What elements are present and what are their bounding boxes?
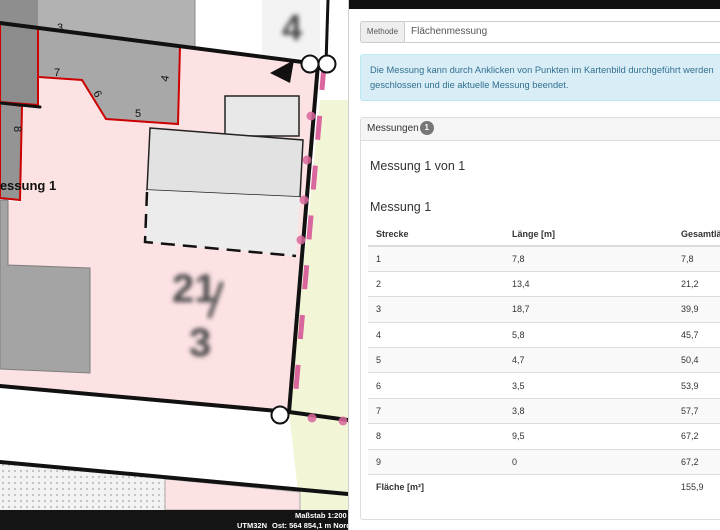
boundary-top-right bbox=[324, 0, 330, 66]
total-length-cell: 67,2 bbox=[673, 423, 720, 450]
table-row: 6 3,5 53,9 bbox=[368, 372, 720, 399]
table-row: 7 3,8 57,7 bbox=[368, 397, 720, 424]
measurements-heading-label: Messungen bbox=[367, 123, 419, 134]
length-cell: 3,8 bbox=[504, 397, 673, 424]
measurement-table: Strecke Länge [m] Gesamtlänge 1 7,8 7,8 … bbox=[368, 222, 720, 500]
method-group: Methode Flächenmessung bbox=[360, 21, 720, 43]
area-empty-cell bbox=[504, 474, 673, 500]
table-row: 2 13,4 21,2 bbox=[368, 270, 720, 297]
total-length-cell: 53,9 bbox=[673, 372, 720, 399]
measurement-point bbox=[307, 413, 317, 423]
measurement-label: Messung 1 bbox=[0, 178, 56, 193]
length-cell: 4,7 bbox=[504, 347, 673, 373]
segment-cell: 5 bbox=[368, 347, 504, 373]
table-row: 4 5,8 45,7 bbox=[368, 321, 720, 348]
method-select[interactable]: Flächenmessung bbox=[404, 21, 720, 43]
total-length-cell: 50,4 bbox=[673, 347, 720, 373]
area-value: 155,9 bbox=[673, 474, 720, 500]
panel-top-bar bbox=[349, 0, 720, 9]
vertex-handle[interactable] bbox=[270, 405, 290, 425]
measurement-point bbox=[306, 111, 316, 121]
total-length-cell: 21,2 bbox=[673, 270, 720, 297]
column-header-total-length: Gesamtlänge bbox=[673, 222, 720, 247]
parcel-label-8: 8 bbox=[11, 126, 23, 132]
length-cell: 13,4 bbox=[504, 270, 673, 297]
measurements-heading[interactable]: Messungen 1 bbox=[361, 118, 720, 141]
vertex-handle[interactable] bbox=[317, 54, 337, 74]
total-length-cell: 67,2 bbox=[673, 448, 720, 475]
map-scale: Maßstab 1:200 bbox=[295, 511, 347, 520]
measurement-point bbox=[302, 155, 312, 165]
vertex-handle[interactable] bbox=[300, 54, 320, 74]
table-row: 3 18,7 39,9 bbox=[368, 296, 720, 323]
map-crs: UTM32N bbox=[237, 521, 268, 530]
info-line-1: Die Messung kann durch Anklicken von Pun… bbox=[370, 65, 714, 75]
column-header-length: Länge [m] bbox=[504, 222, 673, 247]
length-cell: 3,5 bbox=[504, 372, 673, 399]
length-cell: 18,7 bbox=[504, 296, 673, 323]
table-row: 9 0 67,2 bbox=[368, 448, 720, 475]
segment-cell: 7 bbox=[368, 397, 504, 424]
measurement-point bbox=[296, 235, 306, 245]
segment-cell: 2 bbox=[368, 270, 504, 297]
segment-cell: 1 bbox=[368, 245, 504, 272]
method-label: Methode bbox=[360, 21, 404, 43]
parcel-label-3: 3 bbox=[57, 22, 63, 34]
house-number-sub: 3 bbox=[189, 321, 211, 365]
map-view[interactable]: 3 7 6 4 5 8 Messung 1 21 3 4 bbox=[0, 0, 348, 510]
table-row: 8 9,5 67,2 bbox=[368, 423, 720, 450]
length-cell: 7,8 bbox=[504, 245, 673, 272]
table-row: 1 7,8 7,8 bbox=[368, 245, 720, 272]
measurements-panel: Messungen 1 Messung 1 von 1 Messung 1 Str… bbox=[360, 117, 720, 520]
segment-cell: 4 bbox=[368, 321, 504, 348]
measurement-point bbox=[338, 416, 348, 426]
house-number-top: 4 bbox=[282, 7, 302, 48]
total-length-cell: 39,9 bbox=[673, 296, 720, 323]
map-coordinates: Ost: 564 854,1 m Nord bbox=[272, 521, 348, 530]
segment-cell: 6 bbox=[368, 372, 504, 399]
parcel-label-7: 7 bbox=[54, 67, 60, 79]
segment-cell: 3 bbox=[368, 296, 504, 323]
table-row: 5 4,7 50,4 bbox=[368, 347, 720, 373]
total-length-cell: 45,7 bbox=[673, 321, 720, 348]
area-label: Fläche [m²] bbox=[368, 474, 504, 500]
house-number-main: 21 bbox=[172, 267, 217, 311]
measurements-count-badge: 1 bbox=[419, 121, 434, 135]
measurement-pager: Messung 1 von 1 bbox=[370, 159, 466, 173]
measurement-title: Messung 1 bbox=[370, 200, 432, 214]
segment-cell: 9 bbox=[368, 448, 504, 475]
area-row: Fläche [m²] 155,9 bbox=[368, 474, 720, 500]
parcel-dark-building bbox=[0, 21, 39, 107]
column-header-segment: Strecke bbox=[368, 222, 504, 247]
segment-cell: 8 bbox=[368, 423, 504, 450]
map-status-bar: Maßstab 1:200 UTM32N Ost: 564 854,1 m Nor… bbox=[0, 510, 348, 530]
table-header-row: Strecke Länge [m] Gesamtlänge bbox=[368, 222, 720, 247]
total-length-cell: 57,7 bbox=[673, 397, 720, 424]
length-cell: 5,8 bbox=[504, 321, 673, 348]
length-cell: 9,5 bbox=[504, 423, 673, 450]
length-cell: 0 bbox=[504, 448, 673, 475]
parcel-label-5: 5 bbox=[135, 108, 141, 120]
total-length-cell: 7,8 bbox=[673, 245, 720, 272]
info-line-2: geschlossen und die aktuelle Messung bee… bbox=[370, 80, 569, 90]
building-small bbox=[224, 95, 300, 137]
measurement-point bbox=[299, 195, 309, 205]
map-canvas[interactable]: 3 7 6 4 5 8 Messung 1 21 3 4 bbox=[0, 0, 348, 510]
building-main bbox=[146, 127, 304, 198]
measurement-tool-panel: Methode Flächenmessung Die Messung kann … bbox=[348, 0, 720, 530]
map-coordinates-line: UTM32N Ost: 564 854,1 m Nord bbox=[237, 521, 348, 530]
info-alert: Die Messung kann durch Anklicken von Pun… bbox=[360, 54, 720, 101]
